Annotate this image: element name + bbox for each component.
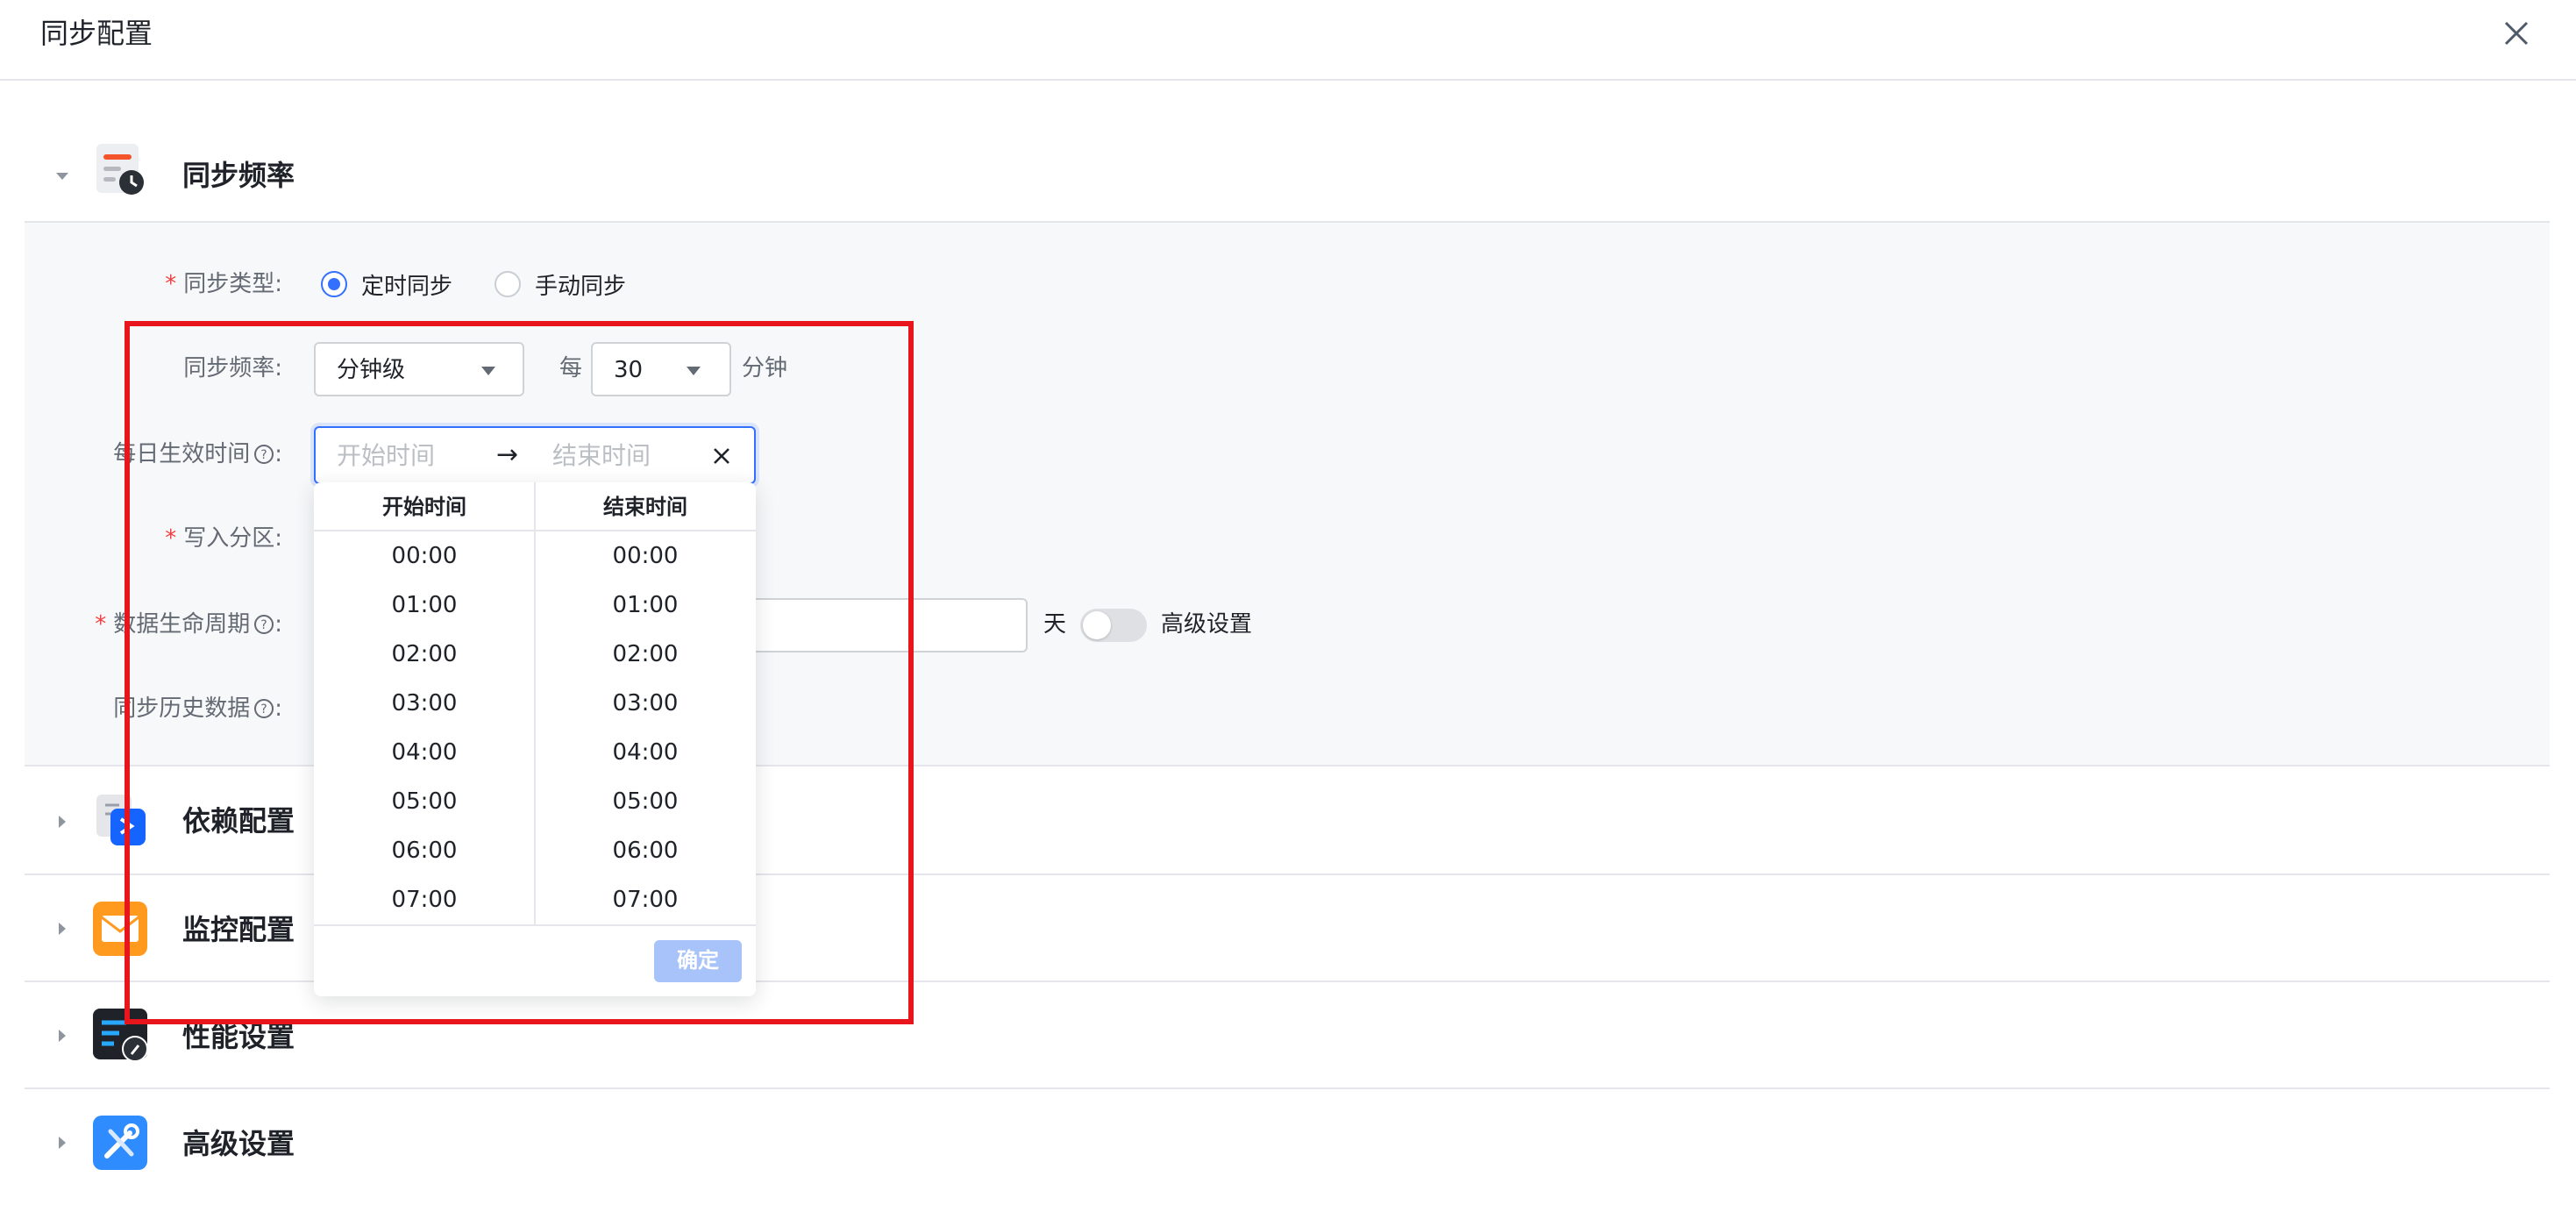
mail-icon xyxy=(93,902,147,956)
end-time-option[interactable]: 05:00 xyxy=(535,777,756,826)
start-time-option[interactable]: 03:00 xyxy=(314,679,535,728)
start-time-option[interactable]: 00:00 xyxy=(314,531,535,581)
end-time-option[interactable]: 07:00 xyxy=(535,875,756,924)
start-time-option[interactable]: 05:00 xyxy=(314,777,535,826)
tools-icon xyxy=(93,1116,147,1170)
caret-down-icon[interactable] xyxy=(54,168,70,184)
help-icon[interactable]: ? xyxy=(253,444,274,465)
time-range-picker: 开始时间 结束时间 00:00 01:00 02:00 03:00 04:00 … xyxy=(314,482,756,996)
radio-dot[interactable] xyxy=(495,271,521,297)
close-icon[interactable] xyxy=(2499,16,2534,51)
end-time-option[interactable]: 01:00 xyxy=(535,581,756,630)
picker-footer: 确定 xyxy=(314,924,756,996)
dropdown-arrow-icon xyxy=(687,367,701,375)
caret-right-icon[interactable] xyxy=(54,1028,70,1044)
minute-unit: 分钟 xyxy=(742,355,788,381)
advanced-settings-label: 高级设置 xyxy=(1161,611,1253,638)
svg-text:?: ? xyxy=(261,618,267,632)
svg-text:?: ? xyxy=(261,448,267,462)
interval-select[interactable]: 30 xyxy=(591,342,731,396)
history-label: 同步历史数据?: xyxy=(113,695,282,722)
interval-value: 30 xyxy=(614,357,644,383)
daily-time-range-input[interactable]: 开始时间 → 结束时间 xyxy=(314,426,756,484)
section-title-dependency: 依赖配置 xyxy=(182,804,295,838)
radio-manual-sync[interactable]: 手动同步 xyxy=(495,270,627,300)
lifecycle-unit: 天 xyxy=(1043,611,1067,638)
end-time-option[interactable]: 04:00 xyxy=(535,728,756,777)
radio-dot[interactable] xyxy=(321,271,347,297)
frequency-level-select[interactable]: 分钟级 xyxy=(314,342,524,396)
help-icon[interactable]: ? xyxy=(253,698,274,719)
start-time-option[interactable]: 04:00 xyxy=(314,728,535,777)
daily-time-label: 每日生效时间?: xyxy=(113,441,282,467)
sync-frequency-label: 同步频率: xyxy=(183,355,282,381)
radio-scheduled-sync[interactable]: 定时同步 xyxy=(321,270,453,300)
start-time-option[interactable]: 01:00 xyxy=(314,581,535,630)
confirm-button[interactable]: 确定 xyxy=(654,940,742,982)
end-time-option[interactable]: 06:00 xyxy=(535,826,756,875)
dropdown-arrow-icon xyxy=(481,367,495,375)
section-title-advanced: 高级设置 xyxy=(182,1127,295,1160)
start-time-column[interactable]: 00:00 01:00 02:00 03:00 04:00 05:00 06:0… xyxy=(314,531,535,970)
schedule-icon xyxy=(96,144,144,195)
lifecycle-label: * 数据生命周期?: xyxy=(95,611,282,638)
dialog-title: 同步配置 xyxy=(40,17,153,50)
start-time-placeholder[interactable]: 开始时间 xyxy=(337,442,435,470)
end-time-header: 结束时间 xyxy=(535,482,756,531)
frequency-level-value: 分钟级 xyxy=(337,357,406,383)
radio-label: 手动同步 xyxy=(535,273,627,300)
end-time-option[interactable]: 03:00 xyxy=(535,679,756,728)
end-time-option[interactable]: 02:00 xyxy=(535,630,756,679)
required-mark: * xyxy=(95,611,107,638)
help-icon[interactable]: ? xyxy=(253,614,274,635)
partition-label: * 写入分区: xyxy=(165,525,282,552)
sync-type-label: * 同步类型: xyxy=(165,271,282,297)
start-time-header: 开始时间 xyxy=(314,482,535,531)
caret-right-icon[interactable] xyxy=(54,814,70,830)
start-time-option[interactable]: 02:00 xyxy=(314,630,535,679)
section-title-monitoring: 监控配置 xyxy=(182,913,295,946)
required-mark: * xyxy=(165,525,177,552)
dialog-header: 同步配置 xyxy=(0,0,2576,81)
end-time-placeholder[interactable]: 结束时间 xyxy=(552,442,651,470)
section-title-frequency: 同步频率 xyxy=(182,159,295,192)
performance-icon xyxy=(93,1009,147,1062)
section-performance[interactable]: 性能设置 xyxy=(25,982,2550,1089)
clear-icon[interactable] xyxy=(708,443,735,469)
end-time-option[interactable]: 00:00 xyxy=(535,531,756,581)
section-title-performance: 性能设置 xyxy=(182,1020,295,1053)
section-frequency[interactable]: 同步频率 xyxy=(25,130,2550,223)
range-arrow: → xyxy=(496,439,519,470)
svg-text:?: ? xyxy=(261,702,267,717)
dependency-icon xyxy=(96,795,146,845)
required-mark: * xyxy=(165,271,177,297)
start-time-option[interactable]: 06:00 xyxy=(314,826,535,875)
start-time-option[interactable]: 07:00 xyxy=(314,875,535,924)
caret-right-icon[interactable] xyxy=(54,921,70,937)
advanced-settings-toggle[interactable] xyxy=(1080,609,1147,642)
caret-right-icon[interactable] xyxy=(54,1135,70,1151)
section-advanced[interactable]: 高级设置 xyxy=(25,1089,2550,1203)
radio-label: 定时同步 xyxy=(361,273,453,300)
end-time-column[interactable]: 00:00 01:00 02:00 03:00 04:00 05:00 06:0… xyxy=(535,531,756,970)
every-label: 每 xyxy=(559,355,583,381)
